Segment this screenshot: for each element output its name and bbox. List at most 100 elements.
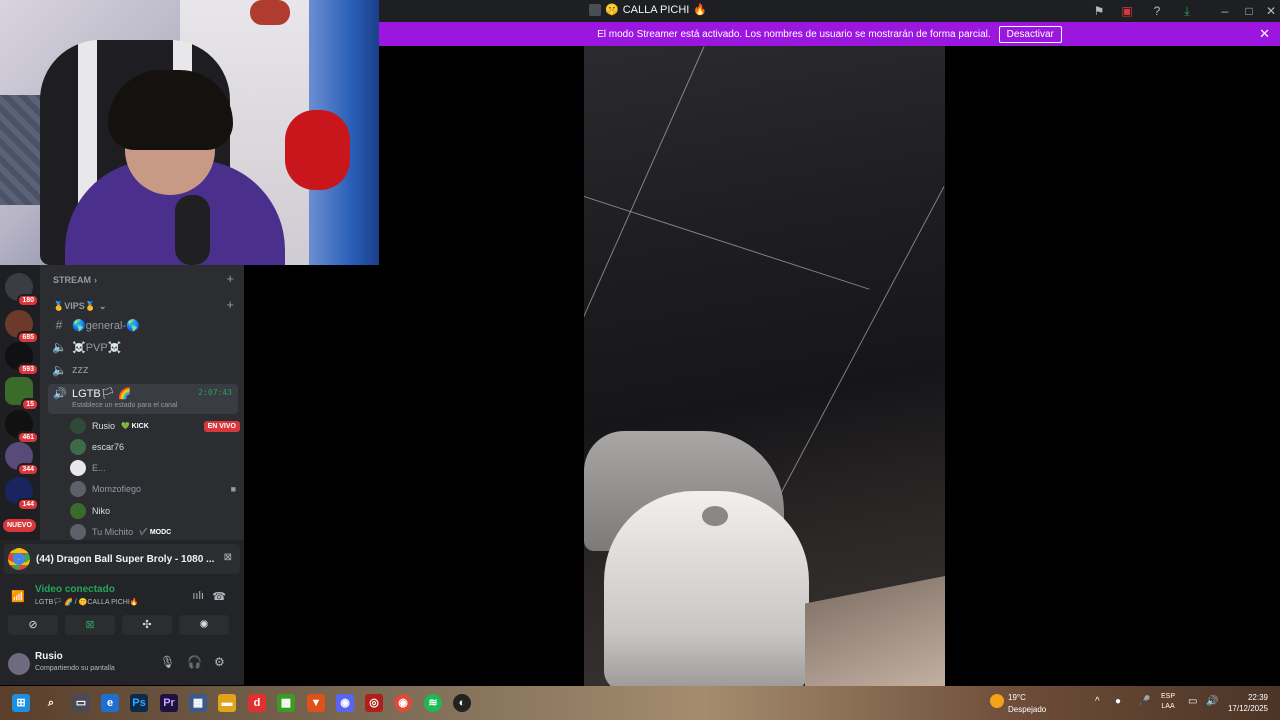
chevron-down-icon: ⌄: [98, 301, 107, 311]
avatar[interactable]: [8, 653, 30, 675]
app-icon[interactable]: ◎: [365, 694, 383, 712]
microphone-icon[interactable]: 🎙: [160, 655, 175, 669]
voice-user[interactable]: E...: [70, 459, 240, 477]
deactivate-button[interactable]: Desactivar: [998, 25, 1062, 43]
premiere-icon[interactable]: Pr: [160, 694, 178, 712]
add-channel-icon[interactable]: +: [226, 297, 234, 312]
language-indicator[interactable]: ESP LAA: [1161, 692, 1175, 712]
flag-icon[interactable]: ⚑: [1091, 3, 1107, 19]
server-icon[interactable]: 461: [5, 410, 39, 444]
start-icon[interactable]: ⊞: [12, 694, 30, 712]
server-icon[interactable]: 593: [5, 342, 39, 376]
store-icon[interactable]: ▦: [189, 694, 207, 712]
tray-app-icon[interactable]: ●: [1115, 696, 1121, 707]
user-name: E...: [92, 463, 106, 473]
edge-icon[interactable]: e: [101, 694, 119, 712]
user-name: escar76: [92, 442, 125, 452]
activity-card[interactable]: (44) Dragon Ball Super Broly - 1080 ... …: [4, 544, 240, 574]
clock-date: 17/12/2025: [1227, 704, 1268, 713]
title-emoji-right: 🔥: [693, 4, 708, 16]
close-activity-icon[interactable]: ⊠: [224, 552, 232, 563]
category-vips-label: 🥇VIPS🥇: [53, 301, 96, 311]
soundboard-button[interactable]: ✺: [179, 615, 229, 635]
channel-name: ☠️PVP☠️: [72, 341, 122, 354]
close-window-icon[interactable]: ✕: [1263, 3, 1279, 19]
streamer-mode-banner: El modo Streamer está activado. Los nomb…: [379, 22, 1280, 46]
category-stream[interactable]: STREAM ›: [53, 275, 97, 285]
voice-connection: 📶 Video conectado LGTB🏳 🌈 / 🤫CALLA PICHI…: [8, 582, 236, 612]
add-channel-icon[interactable]: +: [226, 271, 234, 286]
voice-user[interactable]: Momzofiego ■: [70, 480, 240, 498]
current-user-name[interactable]: Rusio: [35, 651, 63, 662]
minecraft-icon[interactable]: ▩: [277, 694, 295, 712]
stop-stream-button[interactable]: ⊠: [65, 615, 115, 635]
channel-name: zzz: [72, 364, 89, 376]
channel-name: 🌎general-🌎: [72, 319, 140, 332]
webcam-person-hair: [108, 70, 233, 150]
brave-icon[interactable]: ▼: [307, 694, 325, 712]
avatar: [70, 439, 86, 455]
active-channel-name: LGTB🏳 🌈: [72, 388, 132, 400]
photoshop-icon[interactable]: Ps: [130, 694, 148, 712]
camera-icon: ■: [230, 484, 236, 494]
system-clock[interactable]: 22:39 17/12/2025: [1222, 692, 1268, 714]
activity-text: (44) Dragon Ball Super Broly - 1080 ...: [36, 553, 215, 565]
voice-user[interactable]: Rusio 💚 KICK EN VIVO: [70, 417, 240, 435]
avatar: [70, 418, 86, 434]
app-icon: [589, 3, 601, 16]
help-icon[interactable]: ?: [1149, 3, 1165, 19]
tray-mic-icon[interactable]: 🎤: [1138, 696, 1150, 707]
voice-user[interactable]: Tu Michito ✔️ MODC: [70, 523, 240, 541]
hash-icon: #: [55, 318, 63, 332]
maximize-icon[interactable]: □: [1241, 3, 1257, 19]
channel-zzz[interactable]: 🔈 zzz: [52, 360, 89, 380]
server-badge: 593: [17, 363, 39, 376]
channel-general[interactable]: # 🌎general-🌎: [52, 315, 140, 335]
webcam-plush: [285, 110, 350, 190]
category-vips[interactable]: 🥇VIPS🥇 ⌄: [53, 301, 106, 312]
layout-code: LAA: [1161, 703, 1175, 710]
clock-time: 22:39: [1247, 693, 1268, 702]
voice-user[interactable]: escar76: [70, 438, 240, 456]
voice-channel-path[interactable]: LGTB🏳 🌈 / 🤫CALLA PICHI🔥: [35, 598, 139, 606]
minimize-icon[interactable]: –: [1217, 3, 1233, 19]
settings-icon[interactable]: ⚙: [214, 655, 225, 669]
user-name: Rusio: [92, 421, 116, 431]
obs-icon[interactable]: ◐: [453, 694, 471, 712]
taskview-icon[interactable]: ▭: [72, 694, 90, 712]
stream-video[interactable]: [584, 46, 945, 686]
avatar: [70, 481, 86, 497]
discord-icon[interactable]: ◉: [336, 694, 354, 712]
network-icon[interactable]: ▭: [1188, 696, 1197, 707]
server-icon[interactable]: 15: [5, 377, 39, 411]
active-voice-channel[interactable]: 🔊 LGTB🏳 🌈 2:07:43 Establece un estado pa…: [48, 384, 238, 414]
noise-suppression-icon[interactable]: ıılı: [192, 590, 204, 602]
disconnect-icon[interactable]: ☎: [212, 590, 226, 603]
voice-user[interactable]: Niko: [70, 502, 240, 520]
headphones-icon[interactable]: 🎧: [187, 655, 202, 669]
spotify-icon[interactable]: ≋: [424, 694, 442, 712]
app-red-icon[interactable]: d: [248, 694, 266, 712]
weather-desc: Despejado: [1008, 705, 1047, 714]
tray-expand-icon[interactable]: ^: [1095, 696, 1100, 707]
search-icon[interactable]: ⌕: [42, 694, 60, 712]
banner-close-icon[interactable]: ✕: [1259, 26, 1270, 42]
server-icon[interactable]: 344: [5, 442, 39, 476]
server-icon[interactable]: 144: [5, 477, 39, 511]
server-icon[interactable]: 685: [5, 310, 39, 344]
screen-share-icon[interactable]: ▣: [1119, 3, 1135, 19]
download-icon[interactable]: ⤓: [1179, 3, 1195, 19]
camera-off-button[interactable]: ⊘: [8, 615, 58, 635]
speaker-active-icon: 🔊: [53, 388, 67, 400]
channel-status[interactable]: Establece un estado para el canal: [72, 402, 177, 409]
windows-taskbar: ⊞ ⌕ ▭ e Ps Pr ▦ ▬ d ▩ ▼ ◉ ◎ ◉ ≋ ◐ 19°C D…: [0, 686, 1280, 720]
chrome-icon[interactable]: ◉: [394, 694, 412, 712]
folder-icon[interactable]: ▬: [218, 694, 236, 712]
channel-pvp[interactable]: 🔈 ☠️PVP☠️: [52, 337, 121, 357]
server-icon[interactable]: 180: [5, 273, 39, 307]
webcam-toy: [250, 0, 290, 25]
volume-icon[interactable]: 🔊: [1206, 696, 1218, 707]
new-badge[interactable]: NUEVO: [3, 519, 36, 532]
activities-button[interactable]: ✣: [122, 615, 172, 635]
voice-status[interactable]: Video conectado: [35, 584, 115, 595]
